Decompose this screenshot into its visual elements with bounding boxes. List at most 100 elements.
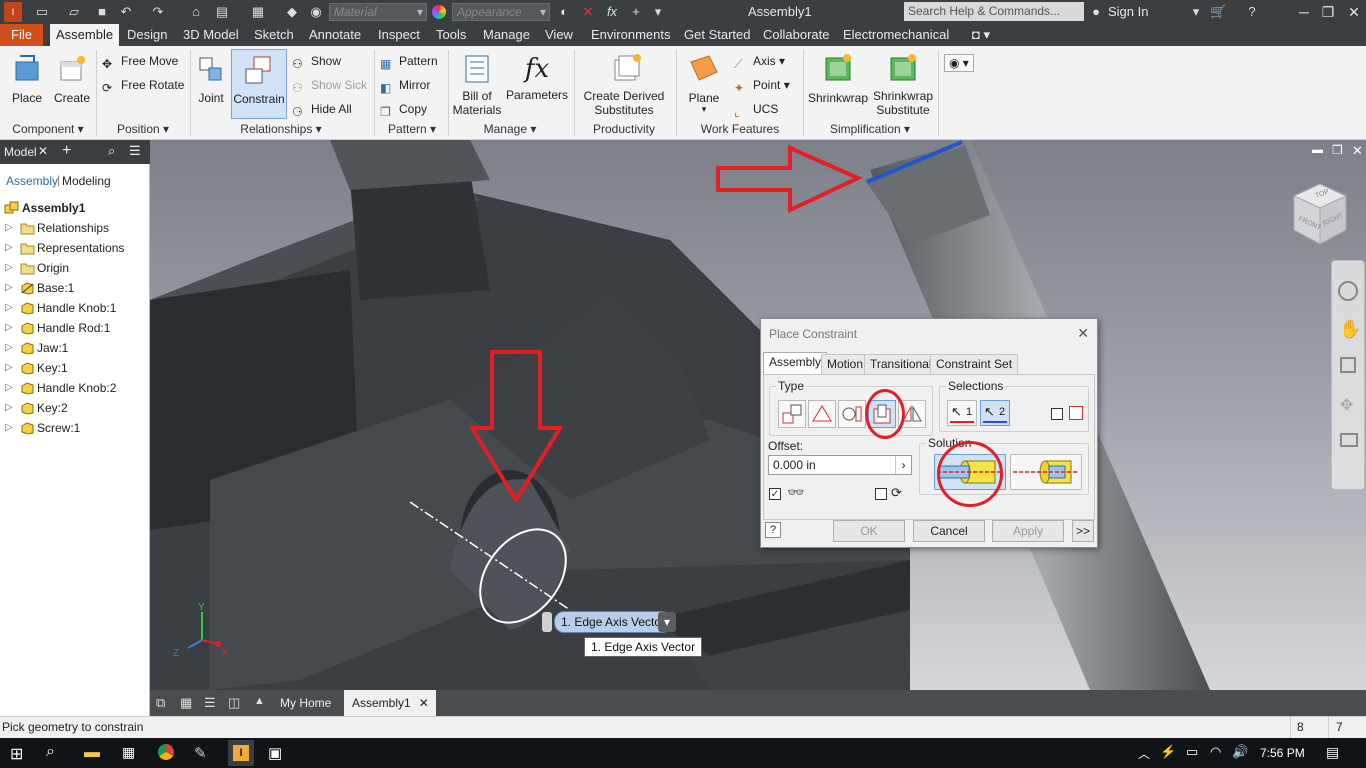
- color-icon[interactable]: ◉: [308, 4, 324, 20]
- home-icon[interactable]: ⌂: [188, 4, 204, 20]
- tab-motion[interactable]: Motion: [821, 354, 870, 374]
- selection-tag-dropdown[interactable]: ▾: [658, 612, 676, 632]
- notifications-icon[interactable]: ▤: [1326, 744, 1339, 761]
- tab-inspect[interactable]: Inspect: [372, 24, 426, 46]
- crosshair-icon[interactable]: +: [628, 4, 644, 20]
- pick-part-icon[interactable]: [1069, 406, 1083, 420]
- tab-electromechanical[interactable]: Electromechanical: [837, 24, 955, 46]
- tab-assembly1[interactable]: Assembly1 ✕: [344, 690, 436, 716]
- clear-icon[interactable]: ✕: [580, 4, 596, 20]
- tab-constraint-set[interactable]: Constraint Set: [930, 354, 1019, 374]
- volume-icon[interactable]: 🔊: [1232, 744, 1248, 760]
- restore-button[interactable]: ❐: [1316, 2, 1340, 22]
- help-icon[interactable]: ?: [1244, 4, 1260, 20]
- pattern-button[interactable]: ▦ Pattern: [380, 54, 438, 71]
- open-icon[interactable]: ▱: [66, 4, 82, 20]
- split-icon[interactable]: ◫: [228, 695, 240, 711]
- more-button[interactable]: >>: [1072, 520, 1094, 542]
- ribbon-options-icon[interactable]: ◘ ▾: [966, 24, 996, 46]
- stack-icon[interactable]: ☰: [204, 695, 216, 711]
- tab-get-started[interactable]: Get Started: [678, 24, 756, 46]
- group-simplification[interactable]: Simplification ▾: [808, 122, 932, 136]
- bill-of-materials-button[interactable]: Bill of Materials: [450, 52, 504, 117]
- steering-wheel-icon[interactable]: [1338, 281, 1358, 301]
- tab-design[interactable]: Design: [121, 24, 173, 46]
- inventor-taskbar-button[interactable]: I: [228, 740, 254, 766]
- add-icon[interactable]: +: [62, 142, 71, 160]
- selection-1-button[interactable]: ↖ 1: [947, 400, 977, 426]
- selection-2-button[interactable]: ↖ 2: [980, 400, 1010, 426]
- group-manage[interactable]: Manage ▾: [452, 122, 568, 136]
- tab-transitional[interactable]: Transitional: [864, 354, 938, 374]
- appearance-dropdown[interactable]: Appearance ▾: [452, 3, 550, 21]
- expand-icon[interactable]: ▷: [5, 298, 13, 318]
- shrinkwrap-substitute-button[interactable]: Shrinkwrap Substitute: [872, 52, 934, 117]
- print-icon[interactable]: ▤: [214, 4, 230, 20]
- parameters-button[interactable]: fx Parameters: [506, 52, 568, 102]
- tag-grip[interactable]: [542, 612, 552, 632]
- hide-all-button[interactable]: ⚆ Hide All: [292, 102, 352, 119]
- viewcube[interactable]: TOP FRONT RIGHT: [1286, 178, 1352, 250]
- pan-icon[interactable]: ✋: [1339, 319, 1361, 340]
- windows-start-icon[interactable]: ⊞: [10, 744, 23, 764]
- clock[interactable]: 7:56 PM: [1260, 746, 1305, 760]
- shrinkwrap-button[interactable]: Shrinkwrap: [806, 52, 870, 105]
- expand-icon[interactable]: ▷: [5, 278, 13, 298]
- battery-icon[interactable]: ▭: [1186, 744, 1198, 760]
- wifi-icon[interactable]: ◠: [1210, 744, 1221, 760]
- close-icon[interactable]: ✕: [38, 144, 48, 158]
- mode-assembly[interactable]: Assembly: [6, 174, 58, 188]
- axis-button[interactable]: ⟋ Axis ▾: [734, 54, 785, 71]
- tab-file[interactable]: File: [0, 24, 43, 46]
- free-move-button[interactable]: ✥ Free Move: [102, 54, 178, 71]
- tab-sketch[interactable]: Sketch: [248, 24, 300, 46]
- new-file-icon[interactable]: ▭: [34, 4, 50, 20]
- file-explorer-icon[interactable]: ▬: [84, 744, 100, 762]
- look-at-icon[interactable]: [1340, 433, 1358, 447]
- material-dropdown[interactable]: Material ▾: [329, 3, 427, 21]
- chrome-icon[interactable]: [158, 744, 174, 760]
- search-input[interactable]: Search Help & Commands...: [904, 2, 1084, 21]
- group-pattern[interactable]: Pattern ▾: [376, 122, 448, 136]
- group-position[interactable]: Position ▾: [100, 122, 186, 136]
- appearance-icon[interactable]: [432, 5, 446, 19]
- orbit-icon[interactable]: ✥: [1340, 395, 1353, 415]
- point-button[interactable]: ✦ Point ▾: [734, 78, 790, 95]
- apply-button[interactable]: Apply: [992, 520, 1064, 542]
- expand-icon[interactable]: ▷: [5, 398, 13, 418]
- viewport-restore-icon[interactable]: ❐: [1332, 143, 1343, 157]
- viewport-close-icon[interactable]: ✕: [1352, 143, 1363, 159]
- show-button[interactable]: ⚇ Show: [292, 54, 341, 71]
- tangent-constraint-button[interactable]: [838, 400, 866, 428]
- ok-button[interactable]: OK: [833, 520, 905, 542]
- tab-environments[interactable]: Environments: [585, 24, 676, 46]
- group-component[interactable]: Component ▾: [6, 122, 90, 136]
- model-scene[interactable]: [150, 140, 1366, 690]
- joint-button[interactable]: Joint: [194, 52, 228, 105]
- tab-my-home[interactable]: My Home: [272, 690, 339, 716]
- help-icon[interactable]: ?: [765, 522, 781, 538]
- tray-chevron-icon[interactable]: ︿: [1138, 745, 1150, 762]
- tab-3d-model[interactable]: 3D Model: [177, 24, 245, 46]
- expand-icon[interactable]: ▷: [5, 258, 13, 278]
- tab-assembly[interactable]: Assembly: [763, 352, 828, 374]
- offset-arrow-icon[interactable]: ›: [895, 456, 911, 474]
- select-icon[interactable]: ◆: [284, 4, 300, 20]
- save-icon[interactable]: ■: [94, 4, 110, 20]
- mate-constraint-button[interactable]: [778, 400, 806, 428]
- group-relationships[interactable]: Relationships ▾: [194, 122, 368, 136]
- tab-collaborate[interactable]: Collaborate: [757, 24, 836, 46]
- copy-button[interactable]: ❐ Copy: [380, 102, 427, 119]
- network-icon[interactable]: ⚡: [1160, 744, 1176, 760]
- update-icon[interactable]: ▦: [250, 4, 266, 20]
- expand-icon[interactable]: ▷: [5, 318, 13, 338]
- angle-constraint-button[interactable]: [808, 400, 836, 428]
- redo-icon[interactable]: ↷: [150, 4, 166, 20]
- paint-icon[interactable]: ✎: [194, 744, 207, 762]
- expand-icon[interactable]: ▷: [5, 358, 13, 378]
- panel-options-dropdown[interactable]: ◉ ▾: [944, 54, 974, 72]
- expand-icon[interactable]: ▷: [5, 338, 13, 358]
- up-arrow-icon[interactable]: ▲: [254, 695, 265, 707]
- create-derived-substitutes-button[interactable]: Create Derived Substitutes: [580, 52, 668, 117]
- adjust-icon[interactable]: ◐: [556, 4, 572, 20]
